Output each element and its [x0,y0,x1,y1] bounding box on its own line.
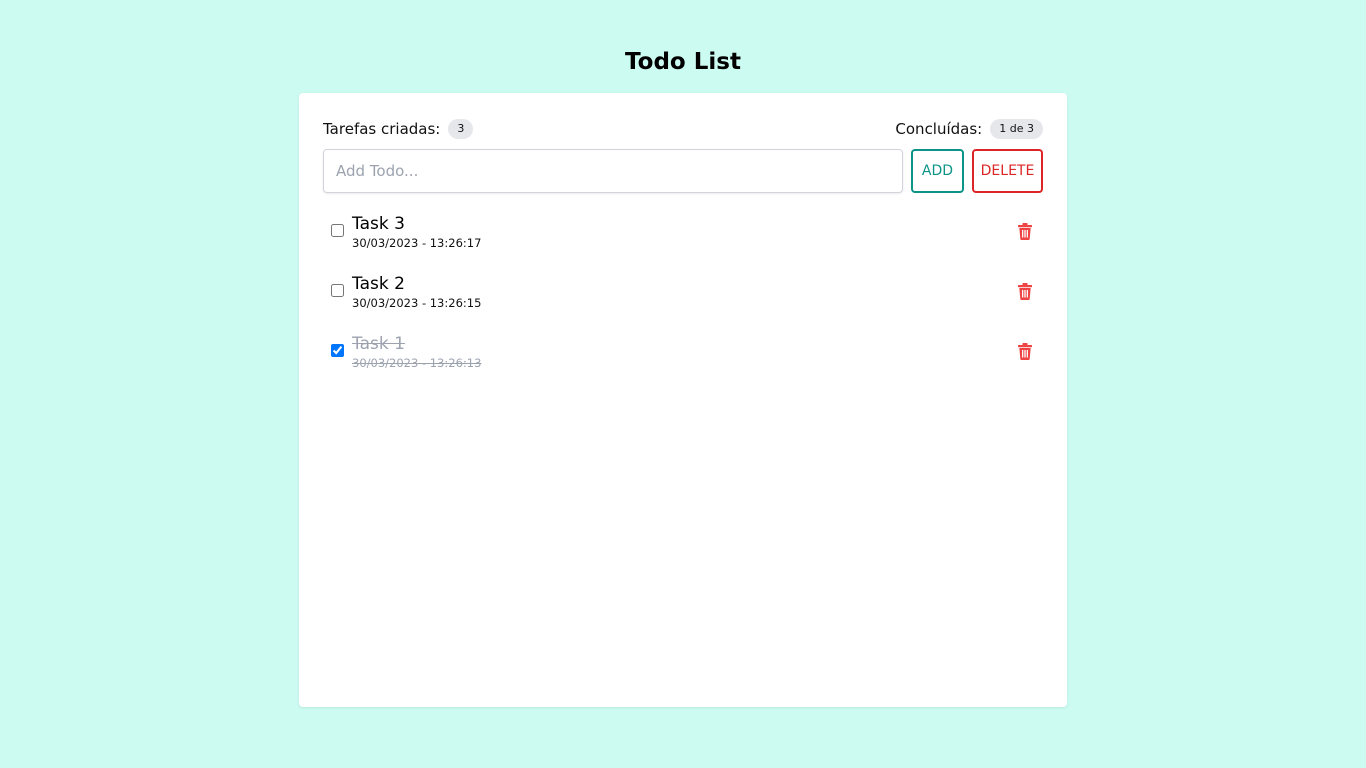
todo-item: Task 1 30/03/2023 - 13:26:13 [331,333,1043,393]
completed-stat: Concluídas: 1 de 3 [895,119,1043,139]
created-label: Tarefas criadas: [323,120,441,138]
add-button[interactable]: ADD [911,149,964,193]
todo-checkbox[interactable] [331,344,344,357]
completed-label: Concluídas: [895,120,983,138]
completed-count-badge: 1 de 3 [990,119,1043,139]
todo-input[interactable] [323,149,903,193]
trash-icon[interactable] [1015,221,1035,241]
todo-checkbox[interactable] [331,284,344,297]
todo-checkbox[interactable] [331,224,344,237]
input-row: ADD DELETE [323,149,1043,193]
todo-title: Task 1 [352,334,405,354]
created-stat: Tarefas criadas: 3 [323,119,474,139]
todo-text: Task 2 30/03/2023 - 13:26:15 [352,273,481,311]
todo-item: Task 2 30/03/2023 - 13:26:15 [331,273,1043,333]
todo-item: Task 3 30/03/2023 - 13:26:17 [331,213,1043,273]
created-count-badge: 3 [448,119,474,139]
todo-title: Task 2 [352,274,405,294]
delete-button[interactable]: DELETE [972,149,1043,193]
todo-title: Task 3 [352,214,405,234]
todo-date: 30/03/2023 - 13:26:17 [352,236,482,250]
todo-list: Task 3 30/03/2023 - 13:26:17 Task 2 30/0… [331,213,1043,393]
trash-icon[interactable] [1015,341,1035,361]
todo-card: Tarefas criadas: 3 Concluídas: 1 de 3 AD… [299,93,1067,707]
todo-date: 30/03/2023 - 13:26:15 [352,296,482,310]
todo-date: 30/03/2023 - 13:26:13 [352,356,482,370]
page-title: Todo List [625,49,741,75]
todo-text: Task 1 30/03/2023 - 13:26:13 [352,333,481,371]
todo-text: Task 3 30/03/2023 - 13:26:17 [352,213,481,251]
stats-row: Tarefas criadas: 3 Concluídas: 1 de 3 [323,119,1043,139]
trash-icon[interactable] [1015,281,1035,301]
